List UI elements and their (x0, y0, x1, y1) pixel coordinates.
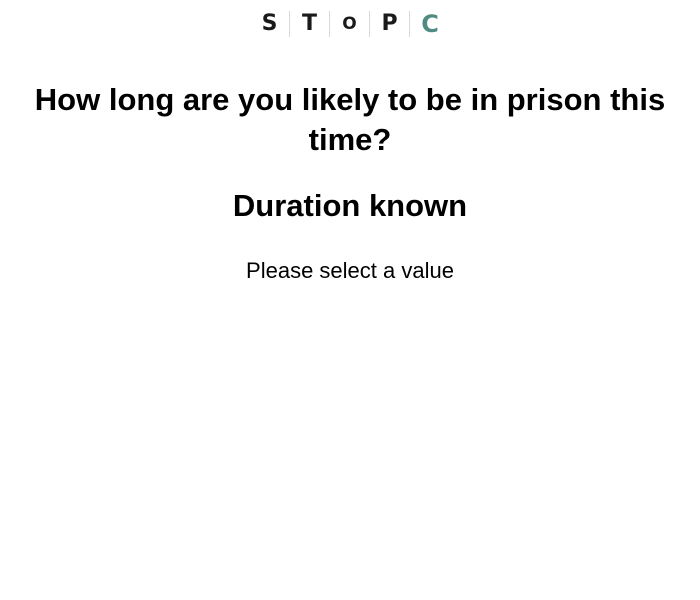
logo-letter-p: P (370, 11, 410, 37)
logo-letter-s: S (250, 11, 290, 37)
logo-letter-o: O (330, 11, 370, 37)
question-title: How long are you likely to be in prison … (34, 82, 666, 157)
logo-letter-c: C (421, 10, 439, 38)
app-logo: S T O P C (0, 11, 700, 37)
logo-wordmark: S T O P C (250, 11, 450, 37)
logo-letter-t: T (290, 11, 330, 37)
select-value-prompt: Please select a value (246, 258, 454, 283)
duration-known-heading: Duration known (232, 188, 468, 223)
